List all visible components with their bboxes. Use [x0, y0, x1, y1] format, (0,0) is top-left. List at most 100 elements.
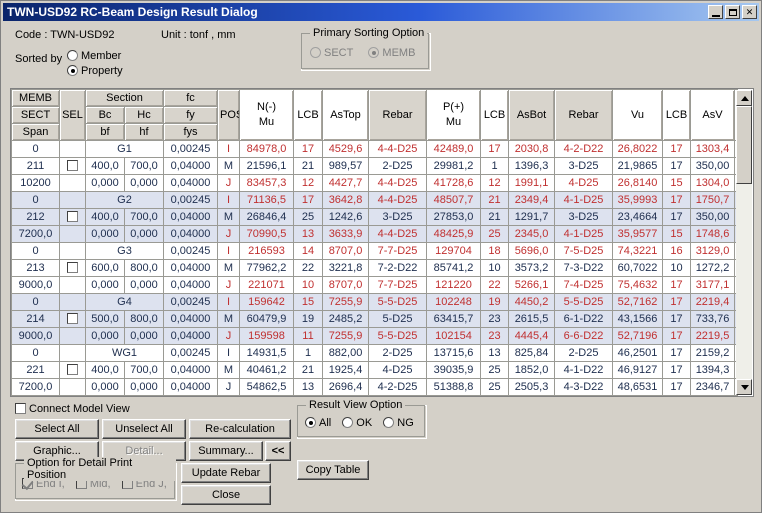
cell-material[interactable]: 0,00245 — [164, 396, 218, 397]
cell-pos[interactable]: I — [218, 345, 240, 362]
cell-vu[interactable]: 35,9993 — [613, 192, 663, 209]
th-hf[interactable]: hf — [125, 124, 164, 141]
cell-material[interactable]: 0,04000 — [164, 379, 218, 396]
cell-pos[interactable]: J — [218, 277, 240, 294]
cell-rebar-bot[interactable]: 6-6-D22 — [555, 328, 613, 345]
cell-vu[interactable]: 43,1566 — [613, 311, 663, 328]
th-vu[interactable]: Vu — [613, 90, 663, 141]
cell-lcb-shear[interactable]: 10 — [663, 260, 691, 277]
cell-pos[interactable]: I — [218, 192, 240, 209]
cell-astop[interactable]: 8707,0 — [323, 243, 369, 260]
cell-material[interactable]: 0,04000 — [164, 260, 218, 277]
cell-nmu[interactable]: 26846,4 — [240, 209, 294, 226]
cell-asbot[interactable]: 1991,1 — [509, 175, 555, 192]
cell-astop[interactable]: 8707,0 — [323, 277, 369, 294]
cell-pmu[interactable]: 121220 — [427, 277, 481, 294]
cell-bf[interactable]: 0,000 — [86, 175, 125, 192]
cell-nmu[interactable]: 77962,2 — [240, 260, 294, 277]
cell-lcb-bot[interactable]: 10 — [481, 260, 509, 277]
cell-memb-sect-span[interactable]: 212 — [12, 209, 60, 226]
cell-lcb-bot[interactable]: 17 — [481, 141, 509, 158]
cell-vu[interactable]: 46,9127 — [613, 362, 663, 379]
cell-nmu[interactable]: 54862,5 — [240, 379, 294, 396]
cell-material[interactable]: 0,04000 — [164, 311, 218, 328]
radio-sect[interactable]: SECT — [310, 47, 365, 59]
cell-vu[interactable]: 52,7162 — [613, 294, 663, 311]
table-row[interactable]: 7200,00,0000,0000,04000J54862,5132696,44… — [12, 379, 739, 396]
cell-lcb-bot[interactable]: 10 — [481, 396, 509, 397]
cell-memb-sect-span[interactable]: 0 — [12, 345, 60, 362]
cell-pos[interactable]: J — [218, 175, 240, 192]
cell-nmu[interactable]: 83457,3 — [240, 175, 294, 192]
cell-vu[interactable]: 52,7196 — [613, 328, 663, 345]
result-ng-icon[interactable] — [383, 417, 394, 428]
scroll-thumb[interactable] — [736, 106, 752, 184]
cell-astop[interactable]: 3633,9 — [323, 226, 369, 243]
cell-hf[interactable]: 0,000 — [125, 175, 164, 192]
cell-asv[interactable]: 1272,2 — [691, 260, 735, 277]
cell-memb-sect-span[interactable]: 7200,0 — [12, 379, 60, 396]
th-rebar-top[interactable]: Rebar — [369, 90, 427, 141]
cell-rebar-top[interactable]: 7-2-D22 — [369, 260, 427, 277]
cell-asv[interactable]: 1304,0 — [691, 175, 735, 192]
cell-rebar-top[interactable]: 2-D25 — [369, 345, 427, 362]
cell-lcb-top[interactable]: 21 — [294, 362, 323, 379]
cell-material[interactable]: 0,00245 — [164, 192, 218, 209]
cell-rebar-bot[interactable]: 4-D25 — [555, 175, 613, 192]
close-icon[interactable]: ✕ — [742, 5, 757, 19]
cell-vu[interactable]: 26,8140 — [613, 175, 663, 192]
cell-lcb-top[interactable]: 10 — [294, 277, 323, 294]
cell-hf[interactable]: 0,000 — [125, 226, 164, 243]
cell-asbot[interactable]: 8707,0 — [509, 396, 555, 397]
th-sect[interactable]: SECT — [12, 107, 60, 124]
cell-rebar-bot[interactable]: 5-5-D25 — [555, 294, 613, 311]
cell-asv[interactable]: 1303,4 — [691, 141, 735, 158]
cell-material[interactable]: 0,04000 — [164, 277, 218, 294]
cell-vu[interactable]: 398,500 — [613, 396, 663, 397]
table-row-partial[interactable]: 0WG20,00245I570303228707,07-7-D255573501… — [12, 396, 739, 397]
cell-lcb-bot[interactable]: 25 — [481, 379, 509, 396]
cell-astop[interactable]: 2696,4 — [323, 379, 369, 396]
cell-memb-sect-span[interactable]: 9000,0 — [12, 277, 60, 294]
radio-sect-icon[interactable] — [310, 47, 321, 58]
cell-nmu[interactable]: 221071 — [240, 277, 294, 294]
row-select-checkbox[interactable] — [60, 260, 86, 277]
cell-asv[interactable]: 350,00 — [691, 209, 735, 226]
cell-bc[interactable]: 400,0 — [86, 362, 125, 379]
select-all-button[interactable]: Select All — [15, 419, 99, 439]
cell-vu[interactable]: 60,7022 — [613, 260, 663, 277]
cell-nmu[interactable]: 40461,2 — [240, 362, 294, 379]
cell-material[interactable]: 0,04000 — [164, 175, 218, 192]
cell-bf[interactable]: 0,000 — [86, 379, 125, 396]
th-section[interactable]: Section — [86, 90, 164, 107]
table-row[interactable]: 9000,00,0000,0000,04000J221071108707,07-… — [12, 277, 739, 294]
cell-astop[interactable]: 1242,6 — [323, 209, 369, 226]
cell-lcb-top[interactable]: 13 — [294, 226, 323, 243]
cell-material[interactable]: 0,00245 — [164, 294, 218, 311]
cell-pos[interactable]: M — [218, 311, 240, 328]
cell-lcb-shear[interactable]: 17 — [663, 328, 691, 345]
cell-rebar-top[interactable]: 4-4-D25 — [369, 192, 427, 209]
cell-asbot[interactable]: 2615,5 — [509, 311, 555, 328]
cell-lcb-top[interactable]: 12 — [294, 175, 323, 192]
cell-lcb-shear[interactable]: 17 — [663, 311, 691, 328]
cell-pmu[interactable]: 129704 — [427, 243, 481, 260]
cell-lcb-shear[interactable]: 17 — [663, 294, 691, 311]
cell-rebar-bot[interactable]: 7-3-D22 — [555, 260, 613, 277]
cell-rebar-top[interactable]: 4-4-D25 — [369, 175, 427, 192]
cell-pmu[interactable]: 42489,0 — [427, 141, 481, 158]
cell-rebar-top[interactable]: 4-2-D25 — [369, 379, 427, 396]
cell-material[interactable]: 0,04000 — [164, 226, 218, 243]
cell-lcb-top[interactable]: 19 — [294, 311, 323, 328]
cell-asbot[interactable]: 3573,2 — [509, 260, 555, 277]
cell-bf[interactable]: 0,000 — [86, 328, 125, 345]
row-select-box-icon[interactable] — [67, 364, 78, 375]
th-pos[interactable]: POS — [218, 90, 240, 141]
cell-lcb-shear[interactable]: 17 — [663, 277, 691, 294]
cell-rebar-bot[interactable]: 4-1-D25 — [555, 192, 613, 209]
unselect-all-button[interactable]: Unselect All — [102, 419, 186, 439]
cell-lcb-bot[interactable]: 23 — [481, 328, 509, 345]
cell-bf[interactable]: 0,000 — [86, 226, 125, 243]
cell-nmu[interactable]: 159642 — [240, 294, 294, 311]
cell-material[interactable]: 0,04000 — [164, 362, 218, 379]
